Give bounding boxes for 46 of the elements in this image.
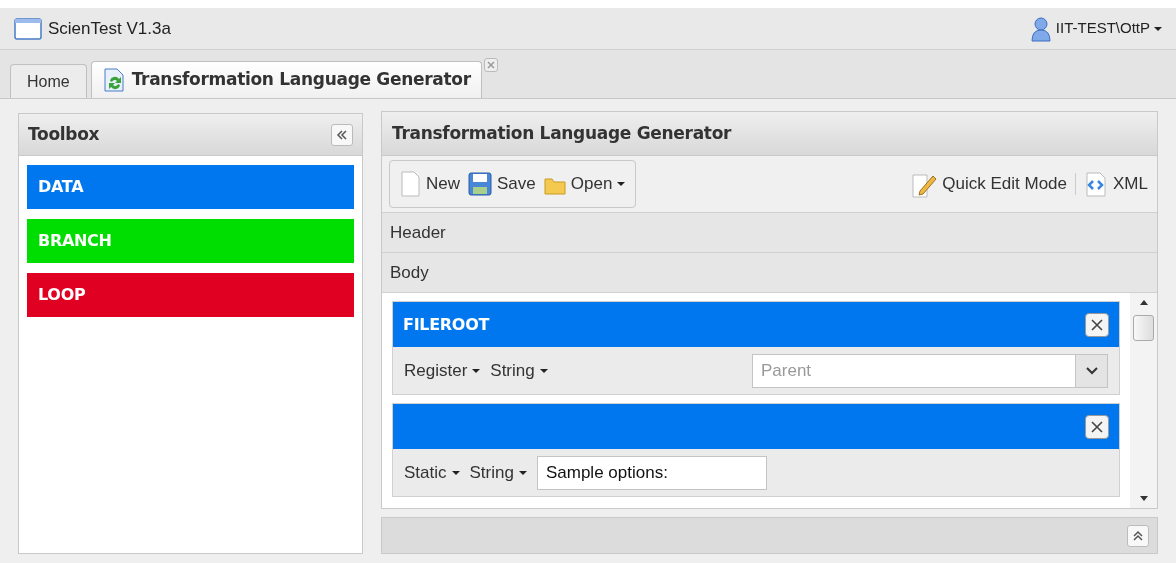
- chevron-down-icon: [1085, 366, 1098, 375]
- block-title: FILEROOT: [403, 313, 490, 336]
- text-field[interactable]: Sample options:: [536, 455, 767, 490]
- close-icon: [1091, 420, 1103, 433]
- tab[interactable]: Transformation Language Generator: [90, 61, 482, 98]
- section-header[interactable]: Body: [382, 253, 1157, 293]
- code-file-icon: [1084, 171, 1109, 197]
- toolbar-button[interactable]: Save: [468, 171, 536, 197]
- scrollbar[interactable]: [1130, 293, 1157, 508]
- section-header[interactable]: Header: [382, 213, 1157, 253]
- dropdown-menu[interactable]: String: [490, 357, 548, 384]
- toolbar-button[interactable]: Open: [543, 171, 626, 197]
- toolbar-button[interactable]: New: [400, 171, 460, 197]
- page-icon: [400, 171, 421, 197]
- caret-icon: [472, 368, 481, 373]
- double-chevron-left-icon: [336, 129, 348, 140]
- window-icon: [14, 17, 42, 40]
- close-button[interactable]: [1085, 414, 1109, 439]
- panel-title: Transformation Language Generator: [392, 121, 732, 145]
- double-chevron-up-icon: [1133, 529, 1143, 542]
- tab[interactable]: Home: [10, 64, 87, 98]
- scroll-down-icon[interactable]: [1138, 496, 1149, 502]
- panel-title: Toolbox: [28, 122, 100, 146]
- document-sync-icon: [101, 68, 126, 92]
- expand-button[interactable]: [1127, 524, 1149, 547]
- user-menu[interactable]: IIT-TEST\OttP: [1029, 15, 1162, 42]
- caret-icon: [1154, 26, 1162, 31]
- toolbar-button[interactable]: Quick Edit Mode: [911, 170, 1068, 198]
- caret-icon: [518, 470, 527, 475]
- app-title: ScienTest V1.3a: [48, 17, 171, 40]
- caret-icon: [451, 470, 460, 475]
- caret-icon: [539, 368, 548, 373]
- close-icon: [1091, 318, 1103, 331]
- user-icon: [1029, 15, 1052, 42]
- collapse-button[interactable]: [331, 123, 353, 146]
- close-button[interactable]: [1085, 312, 1109, 337]
- toolbar-button[interactable]: XML: [1084, 171, 1148, 197]
- toolbox-item[interactable]: LOOP: [27, 273, 354, 317]
- dropdown-menu[interactable]: Register: [404, 357, 481, 384]
- combo-field[interactable]: Parent: [752, 353, 1076, 388]
- toolbox-item[interactable]: DATA: [27, 165, 354, 209]
- scroll-thumb[interactable]: [1133, 315, 1154, 341]
- scroll-up-icon[interactable]: [1138, 299, 1149, 305]
- dropdown-menu[interactable]: Static: [404, 459, 460, 486]
- dropdown-button[interactable]: [1076, 353, 1108, 388]
- dropdown-menu[interactable]: String: [469, 459, 527, 486]
